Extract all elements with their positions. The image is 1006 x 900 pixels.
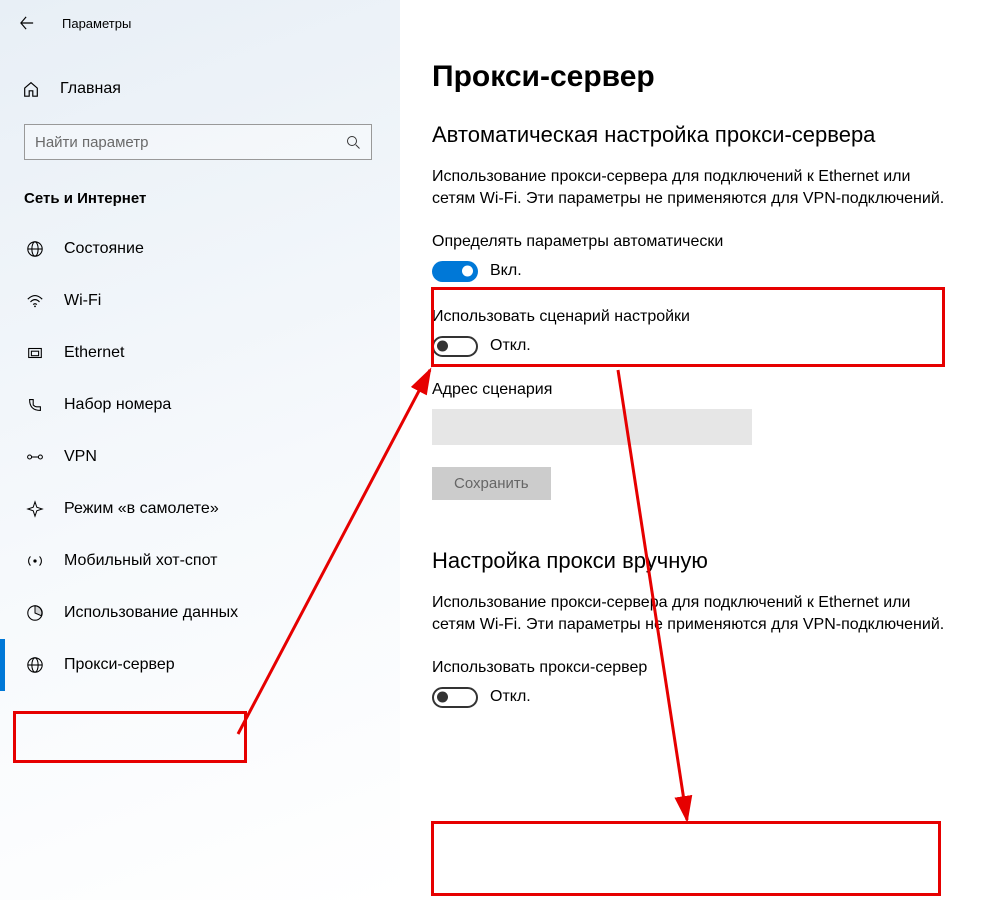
arrow-left-icon <box>20 16 34 30</box>
nav-item-hotspot[interactable]: Мобильный хот-спот <box>0 535 400 587</box>
page-title: Прокси-сервер <box>432 60 982 94</box>
home-icon <box>22 80 40 98</box>
home-label: Главная <box>60 80 121 98</box>
nav-label: Использование данных <box>64 604 238 622</box>
titlebar: Параметры <box>0 8 400 38</box>
section-header: Сеть и Интернет <box>0 160 400 213</box>
nav-label: VPN <box>64 448 97 466</box>
search-input[interactable] <box>35 134 345 151</box>
data-usage-icon <box>26 604 44 622</box>
manual-use-label: Использовать прокси-сервер <box>432 659 982 677</box>
search-icon <box>345 135 361 150</box>
globe-icon <box>26 656 44 674</box>
manual-use-block: Использовать прокси-сервер Откл. <box>432 659 982 708</box>
annotation-highlight-manual-use <box>432 822 940 895</box>
nav-label: Режим «в самолете» <box>64 500 219 518</box>
nav-item-data-usage[interactable]: Использование данных <box>0 587 400 639</box>
hotspot-icon <box>26 552 44 570</box>
auto-section-heading: Автоматическая настройка прокси-сервера <box>432 122 982 148</box>
sidebar: Параметры Главная Сеть и Интернет Состоя… <box>0 0 400 900</box>
manual-use-state: Откл. <box>490 688 531 706</box>
nav-label: Мобильный хот-спот <box>64 552 217 570</box>
nav-label: Прокси-сервер <box>64 656 175 674</box>
nav-list: Состояние Wi-Fi Ethernet Набор номера VP <box>0 223 400 691</box>
phone-icon <box>26 396 44 414</box>
app-title: Параметры <box>62 16 131 31</box>
airplane-icon <box>26 500 44 518</box>
nav-label: Wi-Fi <box>64 292 101 310</box>
nav-item-status[interactable]: Состояние <box>0 223 400 275</box>
globe-icon <box>26 240 44 258</box>
script-label: Использовать сценарий настройки <box>432 308 982 326</box>
vpn-icon <box>26 448 44 466</box>
manual-use-toggle[interactable] <box>432 687 478 708</box>
ethernet-icon <box>26 344 44 362</box>
manual-section-heading: Настройка прокси вручную <box>432 548 982 574</box>
nav-item-airplane[interactable]: Режим «в самолете» <box>0 483 400 535</box>
main-content: Прокси-сервер Автоматическая настройка п… <box>432 60 982 732</box>
search-box[interactable] <box>24 124 372 160</box>
nav-label: Состояние <box>64 240 144 258</box>
save-button[interactable]: Сохранить <box>432 467 551 500</box>
auto-detect-state: Вкл. <box>490 262 522 280</box>
wifi-icon <box>26 292 44 310</box>
search-wrap <box>0 112 400 160</box>
script-address-label: Адрес сценария <box>432 381 982 399</box>
auto-detect-block: Определять параметры автоматически Вкл. <box>432 233 982 308</box>
nav-label: Ethernet <box>64 344 124 362</box>
manual-section-description: Использование прокси-сервера для подключ… <box>432 592 952 637</box>
script-toggle[interactable] <box>432 336 478 357</box>
auto-detect-toggle[interactable] <box>432 261 478 282</box>
nav-item-wifi[interactable]: Wi-Fi <box>0 275 400 327</box>
auto-section-description: Использование прокси-сервера для подключ… <box>432 166 952 211</box>
nav-item-dialup[interactable]: Набор номера <box>0 379 400 431</box>
nav-label: Набор номера <box>64 396 171 414</box>
home-link[interactable]: Главная <box>0 66 400 112</box>
nav-item-proxy[interactable]: Прокси-сервер <box>0 639 400 691</box>
nav-item-vpn[interactable]: VPN <box>0 431 400 483</box>
script-address-input[interactable] <box>432 409 752 445</box>
nav-item-ethernet[interactable]: Ethernet <box>0 327 400 379</box>
back-button[interactable] <box>20 16 34 30</box>
script-state: Откл. <box>490 337 531 355</box>
auto-detect-label: Определять параметры автоматически <box>432 233 982 251</box>
